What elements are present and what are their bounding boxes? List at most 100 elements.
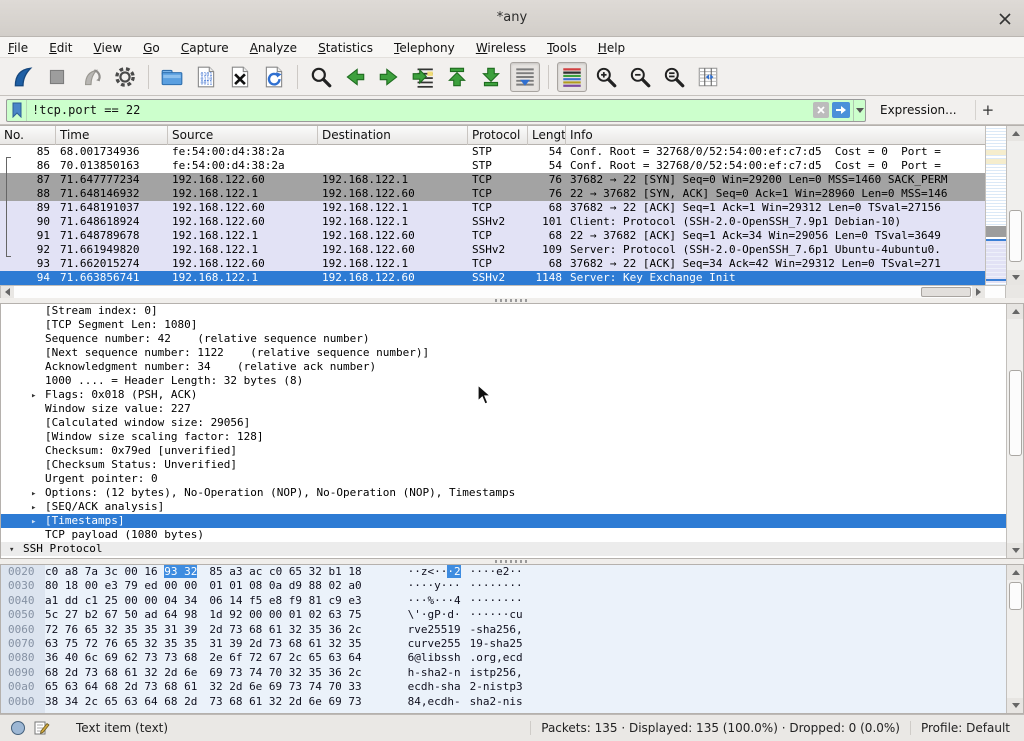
menu-go[interactable]: Go [135, 38, 168, 55]
packet-row[interactable]: 9071.648618924192.168.122.60192.168.122.… [0, 215, 985, 229]
menu-analyze[interactable]: Analyze [242, 38, 305, 55]
menu-statistics[interactable]: Statistics [310, 38, 381, 55]
packet-row[interactable]: 8670.013850163fe:54:00:d4:38:2aSTP54Conf… [0, 159, 985, 173]
packet-list-vscrollbar[interactable] [1006, 126, 1024, 285]
filter-history-dropdown[interactable] [853, 100, 865, 121]
go-first-packet-button[interactable] [442, 62, 472, 92]
hex-row[interactable]: 006072 76 65 32 35 35 31 392d 73 68 61 3… [1, 623, 1023, 637]
detail-line[interactable]: Checksum: 0x79ed [unverified] [1, 444, 1006, 458]
resize-columns-button[interactable] [693, 62, 723, 92]
scroll-down-arrow-icon[interactable] [1007, 270, 1024, 285]
detail-line-seq-ack[interactable]: ▸[SEQ/ACK analysis] [1, 500, 1006, 514]
packet-row[interactable]: 9371.662015274192.168.122.60192.168.122.… [0, 257, 985, 271]
filter-bookmark-button[interactable] [7, 100, 27, 121]
expression-button[interactable]: Expression... [880, 103, 957, 117]
capture-options-button[interactable] [110, 62, 140, 92]
detail-line-ssh-protocol[interactable]: ▾SSH Protocol [1, 542, 1006, 556]
display-filter-input[interactable] [27, 103, 813, 117]
save-file-button[interactable]: 010101100011 [191, 62, 221, 92]
filter-clear-button[interactable] [813, 102, 829, 118]
zoom-original-button[interactable] [659, 62, 689, 92]
scrollbar-thumb[interactable] [1009, 210, 1022, 262]
scroll-right-arrow-icon[interactable] [972, 286, 985, 298]
start-capture-button[interactable] [8, 62, 38, 92]
colorize-button[interactable] [557, 62, 587, 92]
column-header-destination[interactable]: Destination [318, 126, 468, 145]
stop-capture-button[interactable] [42, 62, 72, 92]
close-file-button[interactable] [225, 62, 255, 92]
packet-list-hscrollbar[interactable] [0, 285, 1006, 299]
scroll-left-arrow-icon[interactable] [1, 286, 14, 298]
packet-row[interactable]: 8771.647777234192.168.122.60192.168.122.… [0, 173, 985, 187]
auto-scroll-button[interactable] [510, 62, 540, 92]
menu-wireless[interactable]: Wireless [468, 38, 534, 55]
detail-line-timestamps-selected[interactable]: ▸[Timestamps] [1, 514, 1006, 528]
detail-line-options[interactable]: ▸Options: (12 bytes), No-Operation (NOP)… [1, 486, 1006, 500]
hex-row[interactable]: 0020c0 a8 7a 3c 00 16 93 3285 a3 ac c0 6… [1, 565, 1023, 579]
menu-capture[interactable]: Capture [173, 38, 237, 55]
hex-row[interactable]: 008036 40 6c 69 62 73 73 682e 6f 72 67 2… [1, 651, 1023, 665]
zoom-in-button[interactable] [591, 62, 621, 92]
detail-line[interactable]: [Next sequence number: 1122 (relative se… [1, 346, 1006, 360]
detail-line[interactable]: TCP payload (1080 bytes) [1, 528, 1006, 542]
column-header-source[interactable]: Source [168, 126, 318, 145]
hex-vscrollbar[interactable] [1006, 565, 1024, 713]
detail-line[interactable]: [Checksum Status: Unverified] [1, 458, 1006, 472]
menu-telephony[interactable]: Telephony [386, 38, 463, 55]
column-header-time[interactable]: Time [56, 126, 168, 145]
scroll-down-arrow-icon[interactable] [1007, 543, 1024, 558]
packet-row[interactable]: 8971.648191037192.168.122.60192.168.122.… [0, 201, 985, 215]
detail-line[interactable]: 1000 .... = Header Length: 32 bytes (8) [1, 374, 1006, 388]
menu-help[interactable]: Help [590, 38, 633, 55]
detail-line[interactable]: Acknowledgment number: 34 (relative ack … [1, 360, 1006, 374]
filter-apply-button[interactable] [832, 102, 850, 118]
menu-tools[interactable]: Tools [539, 38, 585, 55]
expert-info-button[interactable] [10, 720, 26, 736]
hex-row[interactable]: 0040a1 dd c1 25 00 00 04 3406 14 f5 e8 f… [1, 594, 1023, 608]
scrollbar-thumb[interactable] [1009, 582, 1022, 610]
open-file-button[interactable] [157, 62, 187, 92]
packet-row[interactable]: 8871.648146932192.168.122.1192.168.122.6… [0, 187, 985, 201]
column-header-protocol[interactable]: Protocol [468, 126, 528, 145]
hex-row[interactable]: 003080 18 00 e3 79 ed 00 0001 01 08 0a d… [1, 579, 1023, 593]
column-header-no[interactable]: No. [0, 126, 56, 145]
packet-row-selected[interactable]: 9471.663856741192.168.122.1192.168.122.6… [0, 271, 985, 285]
window-close-button[interactable] [994, 8, 1016, 30]
detail-line[interactable]: [Stream index: 0] [1, 304, 1006, 318]
menu-edit[interactable]: Edit [41, 38, 80, 55]
column-header-length[interactable]: Length [528, 126, 566, 145]
detail-line[interactable]: [TCP Segment Len: 1080] [1, 318, 1006, 332]
scroll-up-arrow-icon[interactable] [1007, 304, 1024, 319]
scroll-up-arrow-icon[interactable] [1007, 565, 1024, 580]
hex-row[interactable]: 00505c 27 b2 67 50 ad 64 981d 92 00 00 0… [1, 608, 1023, 622]
detail-line[interactable]: Window size value: 227 [1, 402, 1006, 416]
packet-row[interactable]: 9271.661949820192.168.122.1192.168.122.6… [0, 243, 985, 257]
detail-line[interactable]: [Calculated window size: 29056] [1, 416, 1006, 430]
status-profile[interactable]: Profile: Default [910, 721, 1020, 735]
hex-row[interactable]: 00a065 63 64 68 2d 73 68 6132 2d 6e 69 7… [1, 680, 1023, 694]
go-to-packet-button[interactable] [408, 62, 438, 92]
hex-row[interactable]: 009068 2d 73 68 61 32 2d 6e69 73 74 70 3… [1, 666, 1023, 680]
menu-file[interactable]: File [0, 38, 36, 55]
hex-row[interactable]: 007063 75 72 76 65 32 35 3531 39 2d 73 6… [1, 637, 1023, 651]
filter-add-button[interactable]: + [975, 100, 1001, 120]
go-forward-button[interactable] [374, 62, 404, 92]
go-last-packet-button[interactable] [476, 62, 506, 92]
packet-row[interactable]: 8568.001734936fe:54:00:d4:38:2aSTP54Conf… [0, 145, 985, 159]
go-back-button[interactable] [340, 62, 370, 92]
detail-line[interactable]: Sequence number: 42 (relative sequence n… [1, 332, 1006, 346]
details-vscrollbar[interactable] [1006, 304, 1024, 558]
find-packet-button[interactable] [306, 62, 336, 92]
detail-line-flags[interactable]: ▸Flags: 0x018 (PSH, ACK) [1, 388, 1006, 402]
detail-line[interactable]: Urgent pointer: 0 [1, 472, 1006, 486]
scroll-up-arrow-icon[interactable] [1007, 126, 1024, 141]
menu-view[interactable]: View [86, 38, 130, 55]
scrollbar-thumb[interactable] [921, 287, 971, 297]
zoom-out-button[interactable] [625, 62, 655, 92]
capture-comment-button[interactable] [34, 720, 50, 736]
packet-row[interactable]: 9171.648789678192.168.122.1192.168.122.6… [0, 229, 985, 243]
hex-row[interactable]: 00b038 34 2c 65 63 64 68 2d73 68 61 32 2… [1, 695, 1023, 709]
scrollbar-thumb[interactable] [1009, 370, 1022, 456]
restart-capture-button[interactable] [76, 62, 106, 92]
column-header-info[interactable]: Info [566, 126, 1006, 145]
